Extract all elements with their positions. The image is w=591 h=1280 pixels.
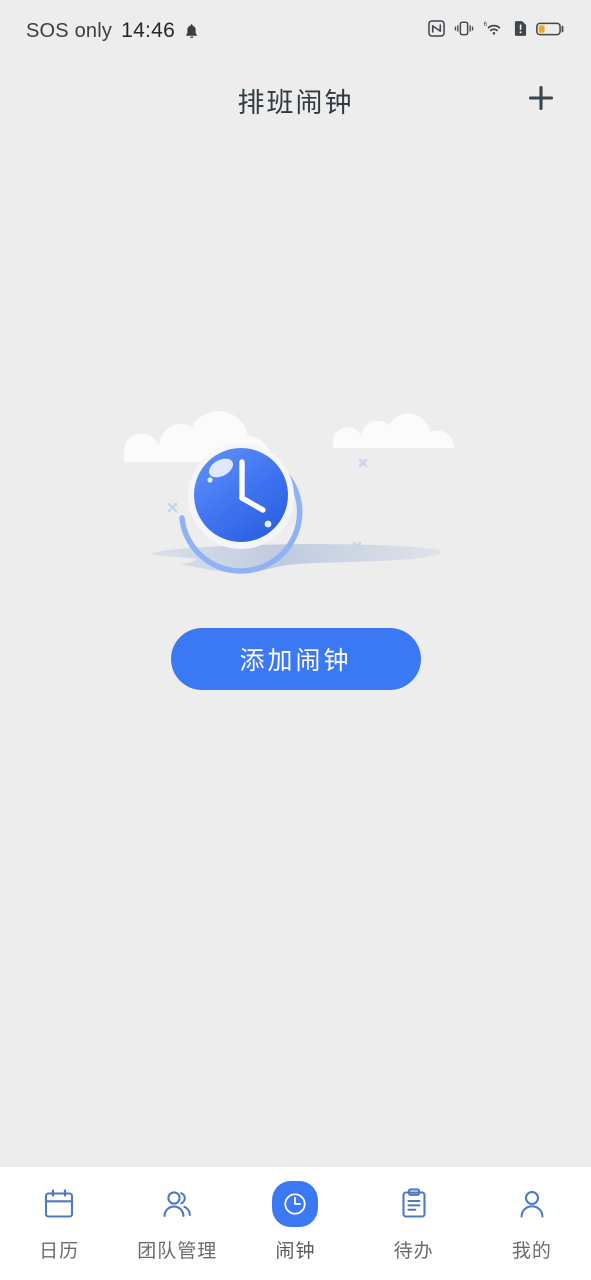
clipboard-icon [391, 1181, 437, 1227]
tab-label-team-management: 团队管理 [137, 1241, 218, 1262]
cloud-right [332, 413, 454, 448]
svg-text:6: 6 [483, 21, 487, 28]
bell-icon [184, 23, 199, 40]
tab-calendar[interactable]: 日历 [0, 1181, 118, 1263]
status-bar-right: 6 [428, 20, 565, 42]
tab-alarm[interactable]: 闹钟 [236, 1181, 354, 1263]
tab-label-todo: 待办 [393, 1241, 434, 1262]
empty-state: 添加闹钟 [0, 400, 591, 690]
calendar-icon [36, 1181, 82, 1227]
bottom-navigation: 日历 团队管理 闹钟 待办 我的 [0, 1166, 591, 1280]
vibrate-icon [454, 20, 474, 42]
status-bar-left: SOS only 14:46 [26, 19, 199, 43]
add-alarm-button[interactable]: 添加闹钟 [170, 628, 421, 690]
tab-label-calendar: 日历 [39, 1241, 80, 1262]
tab-label-alarm: 闹钟 [275, 1241, 316, 1262]
status-bar: SOS only 14:46 6 [0, 0, 591, 62]
sim-alert-icon [514, 20, 527, 42]
clock-label: 14:46 [121, 19, 176, 42]
battery-low-icon [536, 21, 565, 42]
app-screen: SOS only 14:46 6 排班闹钟 添加闹钟 日历 团队管理 闹钟 待办… [0, 0, 591, 1280]
clock-highlight-dot [206, 477, 213, 483]
plus-icon [526, 83, 556, 118]
tab-profile[interactable]: 我的 [473, 1181, 591, 1263]
people-icon [154, 1181, 200, 1227]
tab-label-profile: 我的 [511, 1241, 552, 1262]
clock-icon [272, 1181, 319, 1227]
tab-todo[interactable]: 待办 [355, 1181, 473, 1263]
page-title: 排班闹钟 [237, 87, 354, 118]
person-icon [509, 1181, 555, 1227]
add-alarm-header-button[interactable] [519, 78, 563, 122]
carrier-label: SOS only [26, 19, 113, 42]
wifi-6-icon: 6 [483, 20, 505, 42]
clock-clouds-illustration [116, 400, 476, 600]
clock-dot [264, 520, 271, 528]
tab-team-management[interactable]: 团队管理 [118, 1181, 236, 1263]
app-header: 排班闹钟 [0, 62, 591, 138]
nfc-icon [428, 20, 445, 42]
